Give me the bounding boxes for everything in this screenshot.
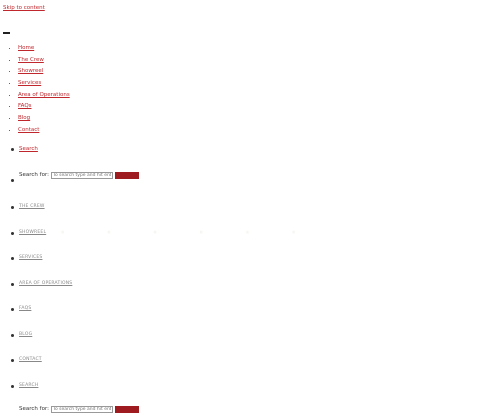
- search-form-top: Search for:: [19, 172, 139, 179]
- menu-toggle-icon[interactable]: [3, 32, 10, 34]
- search-input-bottom[interactable]: [50, 406, 113, 413]
- nav-link-search[interactable]: Search: [19, 146, 38, 152]
- list-bullet: [11, 283, 14, 286]
- list-bullet: [11, 334, 14, 337]
- search-submit-button-top[interactable]: [114, 172, 139, 179]
- secondary-nav-blog[interactable]: BLOG: [19, 332, 32, 337]
- secondary-nav-area-of-operations[interactable]: AREA OF OPERATIONS: [19, 281, 72, 286]
- nav-item-area-of-operations: Area of Operations: [18, 90, 70, 102]
- search-form-bottom: Search for:: [19, 406, 139, 413]
- secondary-nav-the-crew[interactable]: THE CREW: [19, 204, 45, 209]
- nav-link-services[interactable]: Services: [18, 80, 41, 86]
- list-bullet: [11, 179, 14, 182]
- nav-link-faqs[interactable]: FAQs: [18, 103, 32, 109]
- nav-link-showreel[interactable]: Showreel: [18, 68, 43, 74]
- secondary-nav-services[interactable]: SERVICES: [19, 255, 42, 260]
- list-bullet: [11, 308, 14, 311]
- nav-item-faqs: FAQs: [18, 101, 70, 113]
- nav-item-contact: Contact: [18, 125, 70, 137]
- nav-link-blog[interactable]: Blog: [18, 115, 30, 121]
- list-bullet: [11, 206, 14, 209]
- nav-link-contact[interactable]: Contact: [18, 127, 39, 133]
- list-bullet: [11, 257, 14, 260]
- nav-item-home: Home: [18, 43, 70, 55]
- secondary-nav-showreel[interactable]: SHOWREEL: [19, 230, 46, 235]
- list-bullet: [11, 148, 14, 151]
- list-bullet: [11, 359, 14, 362]
- main-navigation: Home The Crew Showreel Services Area of …: [9, 43, 70, 137]
- search-label: Search for:: [19, 172, 49, 178]
- nav-item-the-crew: The Crew: [18, 55, 70, 67]
- nav-link-the-crew[interactable]: The Crew: [18, 57, 44, 63]
- background-watermark: · · · · · ·: [60, 225, 315, 241]
- secondary-nav-search[interactable]: SEARCH: [19, 383, 38, 388]
- nav-link-home[interactable]: Home: [18, 45, 34, 51]
- nav-item-showreel: Showreel: [18, 66, 70, 78]
- nav-item-blog: Blog: [18, 113, 70, 125]
- nav-link-area-of-operations[interactable]: Area of Operations: [18, 92, 70, 98]
- search-input-top[interactable]: [50, 172, 113, 179]
- search-label: Search for:: [19, 406, 49, 412]
- secondary-nav-contact[interactable]: CONTACT: [19, 357, 42, 362]
- nav-item-services: Services: [18, 78, 70, 90]
- search-submit-button-bottom[interactable]: [114, 406, 139, 413]
- list-bullet: [11, 385, 14, 388]
- list-bullet: [11, 232, 14, 235]
- skip-to-content-link[interactable]: Skip to content: [3, 5, 45, 11]
- secondary-nav-faqs[interactable]: FAQS: [19, 306, 31, 311]
